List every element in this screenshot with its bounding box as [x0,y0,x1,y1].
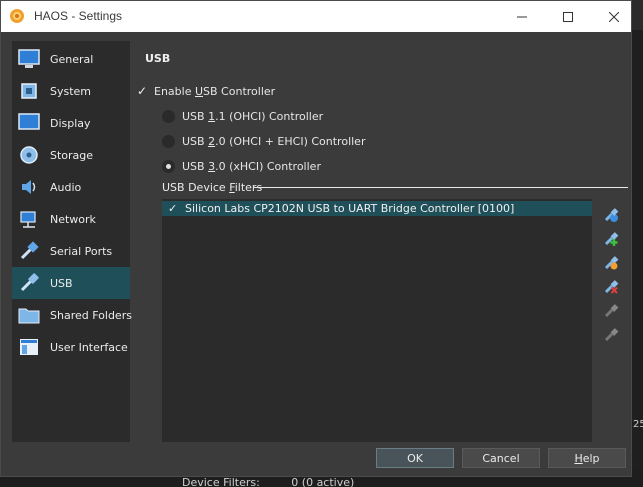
network-icon [18,208,40,230]
settings-sidebar: General System Display Storage Audio Net… [12,41,132,442]
move-down-icon [604,328,619,342]
radio-selected [162,159,175,173]
page-title: USB [145,52,171,65]
sidebar-item-audio[interactable]: Audio [12,171,130,203]
close-button[interactable] [591,1,637,32]
speaker-icon [18,176,40,198]
disk-icon [18,144,40,166]
add-from-device-icon [604,232,619,246]
maximize-icon [563,11,573,22]
radio-unselected [162,109,175,123]
usb-icon [18,272,40,294]
ui-window-icon [18,336,40,358]
serial-port-icon [18,240,40,262]
usb-2-0-controller-radio[interactable]: USB 2.0 (OHCI + EHCI) Controller [162,134,365,148]
close-icon [609,11,619,22]
usb-1-1-controller-radio[interactable]: USB 1.1 (OHCI) Controller [162,109,323,123]
sidebar-item-user-interface[interactable]: User Interface [12,331,130,363]
edit-filter-button[interactable] [602,254,620,272]
list-item[interactable]: ✓ Silicon Labs CP2102N USB to UART Bridg… [162,201,592,216]
move-down-button[interactable] [602,326,620,344]
enable-usb-controller-checkbox[interactable]: ✓ Enable USB Controller [137,84,275,98]
sidebar-item-storage[interactable]: Storage [12,139,130,171]
virtualbox-app-icon [9,8,25,24]
usb-3-0-controller-radio[interactable]: USB 3.0 (xHCI) Controller [162,159,321,173]
add-filter-icon [604,208,619,222]
sidebar-item-shared-folders[interactable]: Shared Folders [12,299,132,331]
sidebar-item-system[interactable]: System [12,75,130,107]
title-bar: HAOS - Settings [1,1,631,32]
checkmark-icon[interactable]: ✓ [168,202,180,215]
filters-divider [254,187,628,188]
cancel-button[interactable]: Cancel [462,448,540,468]
usb-device-filters-label: USB Device Filters [162,181,263,194]
sidebar-item-usb[interactable]: USB [12,267,130,299]
remove-filter-icon [604,280,619,294]
usb-filter-list[interactable]: ✓ Silicon Labs CP2102N USB to UART Bridg… [162,199,592,442]
window-title: HAOS - Settings [34,9,123,23]
enable-usb-controller-label: Enable USB Controller [154,84,276,98]
sidebar-item-serial-ports[interactable]: Serial Ports [12,235,130,267]
add-from-device-button[interactable] [602,230,620,248]
background-device-filters: Device Filters: 0 (0 active) [182,476,355,487]
minimize-button[interactable] [499,1,545,32]
folder-icon [18,304,40,326]
sidebar-item-display[interactable]: Display [12,107,130,139]
background-number: 25 [633,419,643,430]
monitor-icon [18,48,40,70]
move-up-button[interactable] [602,302,620,320]
sidebar-item-general[interactable]: General [12,43,130,75]
edit-filter-icon [604,256,619,270]
minimize-icon [517,16,527,17]
sidebar-item-network[interactable]: Network [12,203,130,235]
help-button[interactable]: Help [548,448,626,468]
settings-window: HAOS - Settings General System Display S… [0,0,632,477]
remove-filter-button[interactable] [602,278,620,296]
display-icon [18,112,40,134]
checkmark-icon: ✓ [137,84,148,98]
move-up-icon [604,304,619,318]
add-filter-button[interactable] [602,206,620,224]
chip-icon [18,80,40,102]
ok-button[interactable]: OK [376,448,454,468]
maximize-button[interactable] [545,1,591,32]
radio-unselected [162,134,175,148]
